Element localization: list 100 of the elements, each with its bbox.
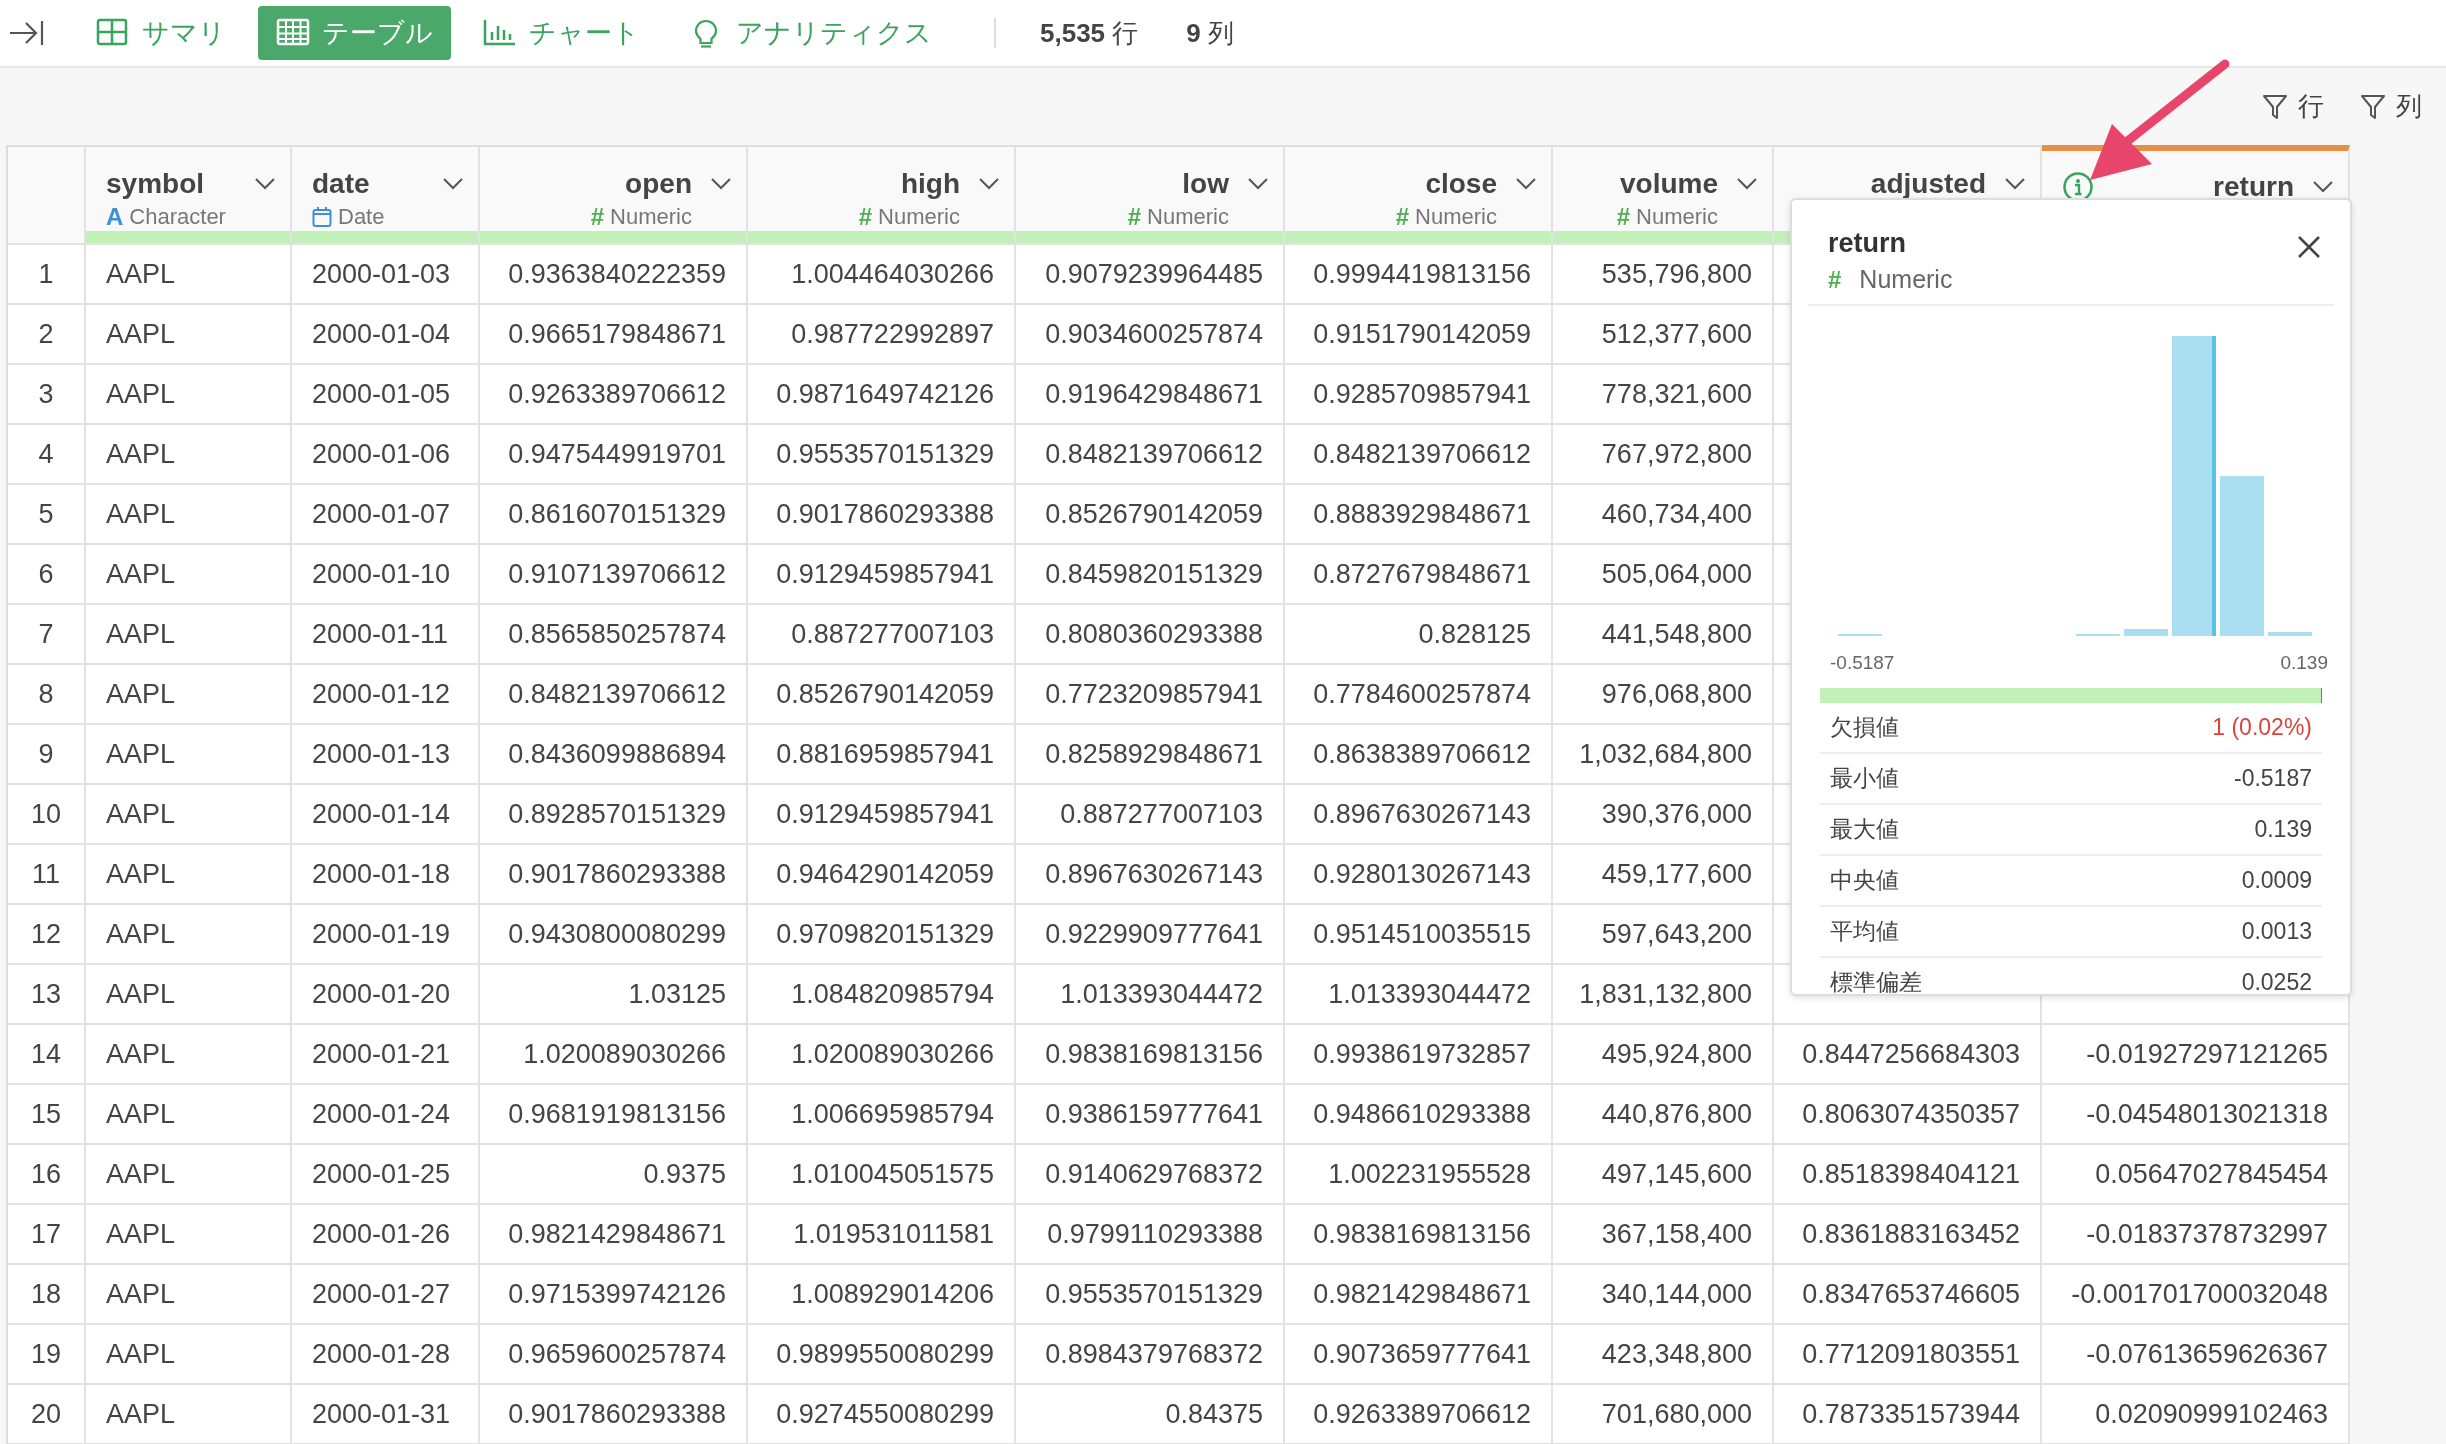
row-number: 16 (8, 1145, 86, 1205)
table-cell: 2000-01-19 (292, 905, 480, 965)
table-cell: 0.8526790142059 (1016, 485, 1285, 545)
column-header[interactable]: date Date (292, 145, 480, 245)
row-number: 17 (8, 1205, 86, 1265)
stat-label: 平均値 (1830, 917, 1899, 946)
table-cell: 512,377,600 (1553, 305, 1774, 365)
table-cell: 0.9821429848671 (480, 1205, 748, 1265)
table-cell: AAPL (86, 485, 292, 545)
table-cell: 2000-01-20 (292, 965, 480, 1025)
filter-button[interactable]: 列 (2356, 85, 2426, 128)
chevron-down-icon[interactable] (442, 176, 464, 191)
chevron-down-icon[interactable] (254, 176, 276, 191)
table-cell: 340,144,000 (1553, 1265, 1774, 1325)
row-number: 2 (8, 305, 86, 365)
table-cell: 0.05647027845454 (2042, 1145, 2350, 1205)
table-cell: 597,643,200 (1553, 905, 1774, 965)
column-header[interactable]: volume # Numeric (1553, 145, 1774, 245)
table-cell: AAPL (86, 365, 292, 425)
row-number: 1 (8, 245, 86, 305)
table-cell: 0.8883929848671 (1285, 485, 1553, 545)
row-number: 10 (8, 785, 86, 845)
table-cell: 423,348,800 (1553, 1325, 1774, 1385)
table-cell: 1.002231955528 (1285, 1145, 1553, 1205)
column-type: Numeric (1147, 203, 1229, 230)
table-cell: 2000-01-31 (292, 1385, 480, 1444)
row-number: 4 (8, 425, 86, 485)
table-cell: 0.9899550080299 (748, 1325, 1016, 1385)
column-header[interactable]: open # Numeric (480, 145, 748, 245)
column-name: adjusted (1870, 167, 1986, 200)
table-cell: 0.9838169813156 (1016, 1025, 1285, 1085)
chevron-down-icon[interactable] (1515, 176, 1537, 191)
column-header[interactable]: low # Numeric (1016, 145, 1285, 245)
table-cell: 505,064,000 (1553, 545, 1774, 605)
row-number: 3 (8, 365, 86, 425)
row-number: 5 (8, 485, 86, 545)
table-cell: 2000-01-21 (292, 1025, 480, 1085)
filter-icon (2262, 92, 2288, 121)
table-cell: AAPL (86, 1085, 292, 1145)
table-cell: 0.9871649742126 (748, 365, 1016, 425)
table-cell: 0.9430800080299 (480, 905, 748, 965)
close-icon[interactable] (2296, 234, 2322, 260)
table-cell: 0.8258929848671 (1016, 725, 1285, 785)
column-header[interactable]: symbol A Character (86, 145, 292, 245)
table-cell: 0.9464290142059 (748, 845, 1016, 905)
chevron-down-icon[interactable] (2312, 179, 2334, 194)
chevron-down-icon[interactable] (1736, 176, 1758, 191)
table-cell: 1.013393044472 (1285, 965, 1553, 1025)
table-cell: -0.001701700032048 (2042, 1265, 2350, 1325)
table-cell: 0.9553570151329 (748, 425, 1016, 485)
stat-label: 最大値 (1830, 815, 1899, 844)
table-cell: 0.9938619732857 (1285, 1025, 1553, 1085)
table-cell: 2000-01-05 (292, 365, 480, 425)
row-number: 18 (8, 1265, 86, 1325)
chevron-down-icon[interactable] (710, 176, 732, 191)
table-cell: 0.9363840222359 (480, 245, 748, 305)
table-cell: 0.9486610293388 (1285, 1085, 1553, 1145)
table-cell: 0.9821429848671 (1285, 1265, 1553, 1325)
table-cell: 0.9709820151329 (748, 905, 1016, 965)
table-cell: 0.7873351573944 (1774, 1385, 2042, 1444)
table-cell: 0.9274550080299 (748, 1385, 1016, 1444)
type-mark: # (1127, 202, 1142, 231)
table-cell: 0.9285709857941 (1285, 365, 1553, 425)
table-cell: 2000-01-28 (292, 1325, 480, 1385)
chevron-down-icon[interactable] (2004, 176, 2026, 191)
column-name: return (2213, 170, 2294, 203)
histogram-bar (2268, 632, 2312, 636)
column-header[interactable]: high # Numeric (748, 145, 1016, 245)
table-cell: AAPL (86, 1205, 292, 1265)
row-number: 14 (8, 1025, 86, 1085)
column-header[interactable]: close # Numeric (1285, 145, 1553, 245)
table-cell: 0.9665179848671 (480, 305, 748, 365)
table-cell: 0.9514510035515 (1285, 905, 1553, 965)
table-cell: 0.9017860293388 (480, 1385, 748, 1444)
table-cell: -0.01837378732997 (2042, 1205, 2350, 1265)
stat-label: 標準偏差 (1830, 968, 1922, 997)
table-cell: AAPL (86, 1325, 292, 1385)
chevron-down-icon[interactable] (978, 176, 1000, 191)
table-cell: 0.8565850257874 (480, 605, 748, 665)
grid-icon (96, 18, 130, 48)
table-cell: 0.9715399742126 (480, 1265, 748, 1325)
table-cell: AAPL (86, 305, 292, 365)
table-cell: 0.9034600257874 (1016, 305, 1285, 365)
table-cell: AAPL (86, 905, 292, 965)
column-name: volume (1619, 167, 1718, 200)
table-cell: 0.9475449919701 (480, 425, 748, 485)
collapse-panel-icon[interactable] (8, 18, 46, 48)
stat-value: 0.139 (2254, 816, 2312, 843)
table-cell: 2000-01-10 (292, 545, 480, 605)
table-cell: AAPL (86, 845, 292, 905)
column-type: Date (338, 203, 385, 230)
stat-label: 欠損値 (1830, 713, 1899, 742)
table-cell: 0.987722992897 (748, 305, 1016, 365)
stat-value: -0.5187 (2234, 765, 2312, 792)
table-cell: 2000-01-13 (292, 725, 480, 785)
filter-button[interactable]: 行 (2258, 85, 2328, 128)
table-cell: 701,680,000 (1553, 1385, 1774, 1444)
table-cell: 441,548,800 (1553, 605, 1774, 665)
chevron-down-icon[interactable] (1247, 176, 1269, 191)
table-cell: 2000-01-11 (292, 605, 480, 665)
